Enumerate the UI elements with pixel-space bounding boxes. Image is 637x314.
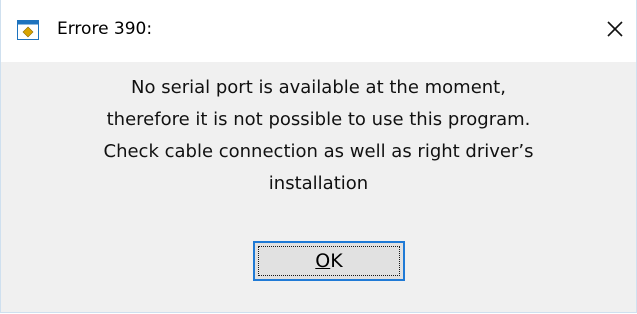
ok-mnemonic: O bbox=[315, 250, 331, 272]
title-bar[interactable]: Errore 390: bbox=[1, 0, 636, 62]
message-line: Check cable connection as well as right … bbox=[103, 141, 534, 162]
window-title: Errore 390: bbox=[57, 19, 153, 39]
message-line: installation bbox=[268, 173, 369, 194]
ok-label-rest: K bbox=[330, 250, 343, 272]
message-line: therefore it is not possible to use this… bbox=[106, 109, 531, 130]
dialog-body: No serial port is available at the momen… bbox=[1, 62, 636, 312]
error-dialog: Errore 390: No serial port is available … bbox=[0, 0, 637, 313]
app-window-icon bbox=[17, 20, 39, 40]
ok-button[interactable]: OK bbox=[253, 241, 405, 281]
error-message: No serial port is available at the momen… bbox=[21, 72, 616, 200]
ok-button-label: OK bbox=[258, 246, 400, 276]
close-icon[interactable] bbox=[600, 14, 630, 44]
message-line: No serial port is available at the momen… bbox=[131, 77, 506, 98]
